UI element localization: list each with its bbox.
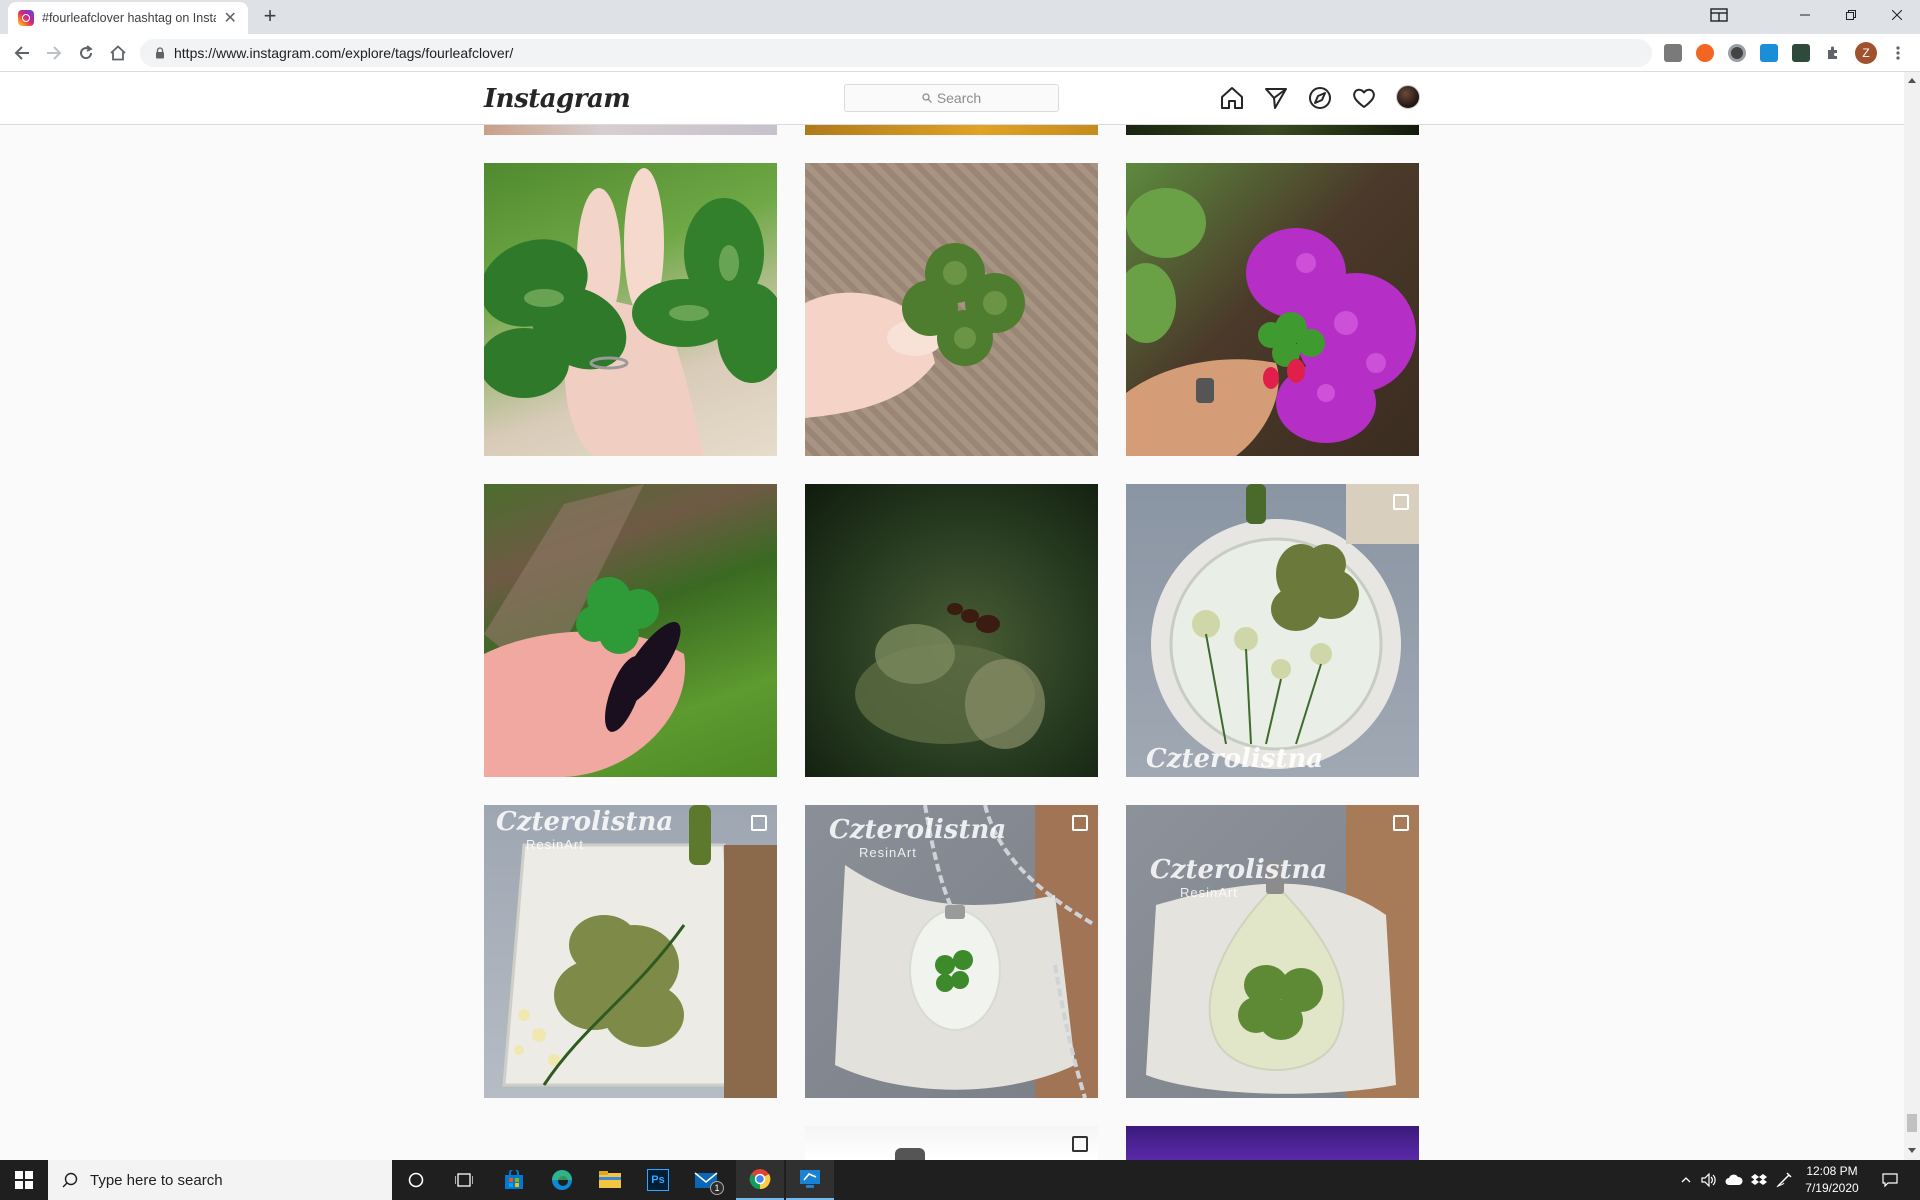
address-bar[interactable]: https://www.instagram.com/explore/tags/f…	[140, 39, 1652, 67]
close-window-icon[interactable]	[1874, 0, 1920, 30]
edge-icon[interactable]	[538, 1160, 586, 1200]
chrome-taskbar-icon[interactable]	[736, 1160, 784, 1200]
home-nav-icon[interactable]	[1219, 85, 1245, 111]
watermark: Czterolistna ResinArt	[496, 807, 674, 852]
onedrive-icon[interactable]	[1722, 1160, 1746, 1200]
chrome-menu-icon[interactable]	[1886, 41, 1910, 65]
photo-tile-partial[interactable]	[805, 1126, 1098, 1160]
task-view-icon[interactable]	[440, 1160, 488, 1200]
photo-tile[interactable]	[805, 163, 1098, 456]
forward-icon[interactable]	[42, 41, 66, 65]
search-icon	[62, 1172, 78, 1188]
microsoft-store-icon[interactable]	[490, 1160, 538, 1200]
clover-purple-nails-photo	[484, 484, 686, 777]
clover-mat-photo	[805, 243, 1025, 418]
multiple-photos-icon	[1393, 815, 1409, 831]
resin-pendant-photo	[1151, 484, 1419, 769]
tray-overflow-icon[interactable]	[1678, 1160, 1694, 1200]
mail-badge: 1	[710, 1181, 724, 1195]
browser-tab[interactable]: #fourleafclover hashtag on Insta ✕	[8, 2, 248, 34]
browser-toolbar: https://www.instagram.com/explore/tags/f…	[0, 34, 1920, 72]
profile-avatar[interactable]: Z	[1854, 41, 1878, 65]
reload-icon[interactable]	[74, 41, 98, 65]
explore-compass-icon[interactable]	[1307, 85, 1333, 111]
scroll-thumb[interactable]	[1907, 1114, 1917, 1132]
taskbar-search-text: Type here to search	[90, 1171, 223, 1189]
taskbar-clock[interactable]: 12:08 PM 7/19/2020	[1800, 1163, 1864, 1197]
photo-tile-partial[interactable]	[1126, 1126, 1419, 1160]
multiple-photos-icon	[1393, 494, 1409, 510]
photo-tile[interactable]	[1126, 163, 1419, 456]
scroll-down-icon[interactable]	[1908, 1148, 1916, 1153]
photo-tile[interactable]: Czterolistna	[1126, 484, 1419, 777]
photo-tile[interactable]	[484, 484, 777, 777]
clover-flowers-photo	[1126, 188, 1416, 456]
cortana-icon[interactable]	[392, 1160, 440, 1200]
clock-date: 7/19/2020	[1805, 1181, 1859, 1195]
back-icon[interactable]	[10, 41, 34, 65]
taskbar: Type here to search Ps 1 12:08 PM 7/19/2…	[0, 1160, 1920, 1200]
windows-start-icon[interactable]	[0, 1160, 48, 1200]
mail-icon[interactable]: 1	[682, 1160, 730, 1200]
instagram-favicon-icon	[18, 10, 34, 26]
multiple-photos-icon	[1072, 1136, 1088, 1152]
tab-strip: #fourleafclover hashtag on Insta ✕ +	[0, 0, 1920, 34]
volume-icon[interactable]	[1698, 1160, 1720, 1200]
pen-workspace-icon[interactable]	[1772, 1160, 1796, 1200]
instagram-logo[interactable]: Instagram	[484, 84, 631, 114]
url-text: https://www.instagram.com/explore/tags/f…	[174, 45, 514, 61]
photo-tile[interactable]: Czterolistna ResinArt	[1126, 805, 1419, 1098]
taskbar-search-box[interactable]: Type here to search	[48, 1160, 392, 1200]
clock-time: 12:08 PM	[1806, 1164, 1858, 1178]
restore-icon[interactable]	[1828, 0, 1874, 30]
photo-tile[interactable]	[805, 484, 1098, 777]
profile-avatar-ig[interactable]	[1396, 85, 1420, 109]
search-icon	[922, 93, 932, 103]
remote-desktop-icon[interactable]	[786, 1160, 834, 1200]
minimize-icon[interactable]	[1782, 0, 1828, 30]
photo-tile-partial[interactable]	[484, 1126, 777, 1160]
scroll-up-icon[interactable]	[1908, 78, 1916, 83]
multiple-photos-icon	[751, 815, 767, 831]
multiple-photos-icon	[1072, 815, 1088, 831]
extension-orange-icon[interactable]	[1696, 44, 1714, 62]
search-placeholder: Search	[936, 90, 982, 106]
home-icon[interactable]	[106, 41, 130, 65]
instagram-header: Instagram Search	[0, 72, 1904, 125]
tab-search-icon[interactable]	[1696, 0, 1742, 30]
action-center-icon[interactable]	[1870, 1160, 1910, 1200]
photo-tile[interactable]: Czterolistna ResinArt	[484, 805, 777, 1098]
activity-heart-icon[interactable]	[1351, 85, 1377, 111]
extensions-puzzle-icon[interactable]	[1821, 41, 1845, 65]
photoshop-icon[interactable]: Ps	[634, 1160, 682, 1200]
partial-object	[895, 1148, 925, 1160]
lock-icon	[156, 47, 164, 59]
dropbox-icon[interactable]	[1748, 1160, 1770, 1200]
clover-drop-pendant-photo	[1146, 805, 1419, 1098]
page-scrollbar[interactable]	[1904, 72, 1920, 1160]
photo-tile[interactable]	[484, 163, 777, 456]
watermark: Czterolistna ResinArt	[829, 815, 1007, 860]
photo-tile[interactable]: Czterolistna ResinArt	[805, 805, 1098, 1098]
clover-hand-photo	[484, 168, 777, 456]
tab-title: #fourleafclover hashtag on Insta	[42, 11, 217, 25]
watermark: Czterolistna	[1146, 744, 1324, 774]
extension-circle-icon[interactable]	[1728, 44, 1746, 62]
ant-macro-photo	[855, 603, 1045, 749]
direct-messages-icon[interactable]	[1263, 85, 1289, 111]
search-input[interactable]: Search	[844, 84, 1059, 112]
extension-blue-icon[interactable]	[1760, 44, 1778, 62]
extension-g-icon[interactable]	[1664, 44, 1682, 62]
file-explorer-icon[interactable]	[586, 1160, 634, 1200]
close-tab-icon[interactable]: ✕	[222, 8, 238, 28]
new-tab-button[interactable]: +	[258, 5, 282, 29]
extension-dark-icon[interactable]	[1792, 44, 1810, 62]
watermark: Czterolistna ResinArt	[1150, 855, 1328, 900]
